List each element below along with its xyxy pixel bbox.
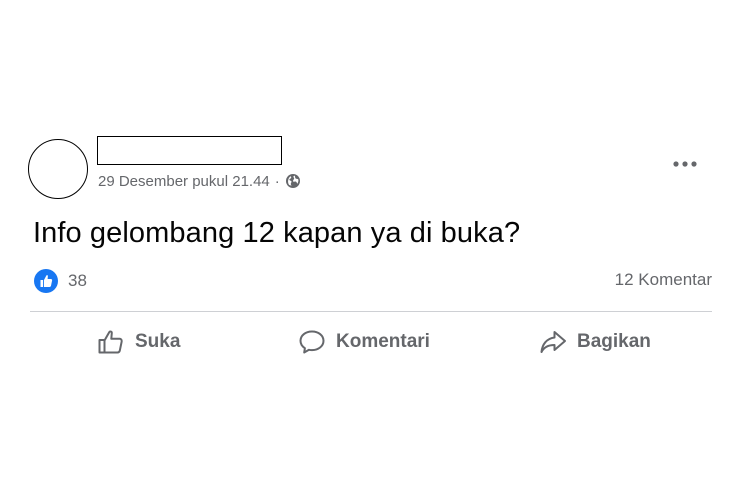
share-label: Bagikan xyxy=(577,331,651,352)
globe-icon xyxy=(285,173,301,189)
post-meta: 29 Desember pukul 21.44 · xyxy=(98,171,301,191)
author-name-redacted[interactable] xyxy=(97,136,282,165)
like-label: Suka xyxy=(135,331,181,352)
share-icon xyxy=(540,331,566,353)
like-reaction-icon xyxy=(34,269,58,293)
comments-count-link[interactable]: 12 Komentar xyxy=(615,270,712,290)
more-options-button[interactable] xyxy=(668,152,702,176)
more-options-icon xyxy=(673,161,697,167)
thumbs-up-icon xyxy=(98,330,123,354)
action-bar: Suka Komentari Bagikan xyxy=(30,320,712,364)
comment-label: Komentari xyxy=(336,331,430,352)
share-button[interactable]: Bagikan xyxy=(539,320,651,364)
reactions-summary[interactable]: 38 xyxy=(34,268,87,294)
post-text: Info gelombang 12 kapan ya di buka? xyxy=(33,217,521,249)
reaction-count: 38 xyxy=(68,271,87,290)
comment-button[interactable]: Komentari xyxy=(298,320,430,364)
timestamp[interactable]: 29 Desember pukul 21.44 xyxy=(98,173,270,190)
comment-icon xyxy=(299,330,325,354)
avatar[interactable] xyxy=(28,139,88,199)
meta-separator: · xyxy=(274,172,280,190)
divider xyxy=(30,311,712,312)
like-button[interactable]: Suka xyxy=(97,320,180,364)
post-card: 29 Desember pukul 21.44 · Info gelombang… xyxy=(0,0,750,500)
